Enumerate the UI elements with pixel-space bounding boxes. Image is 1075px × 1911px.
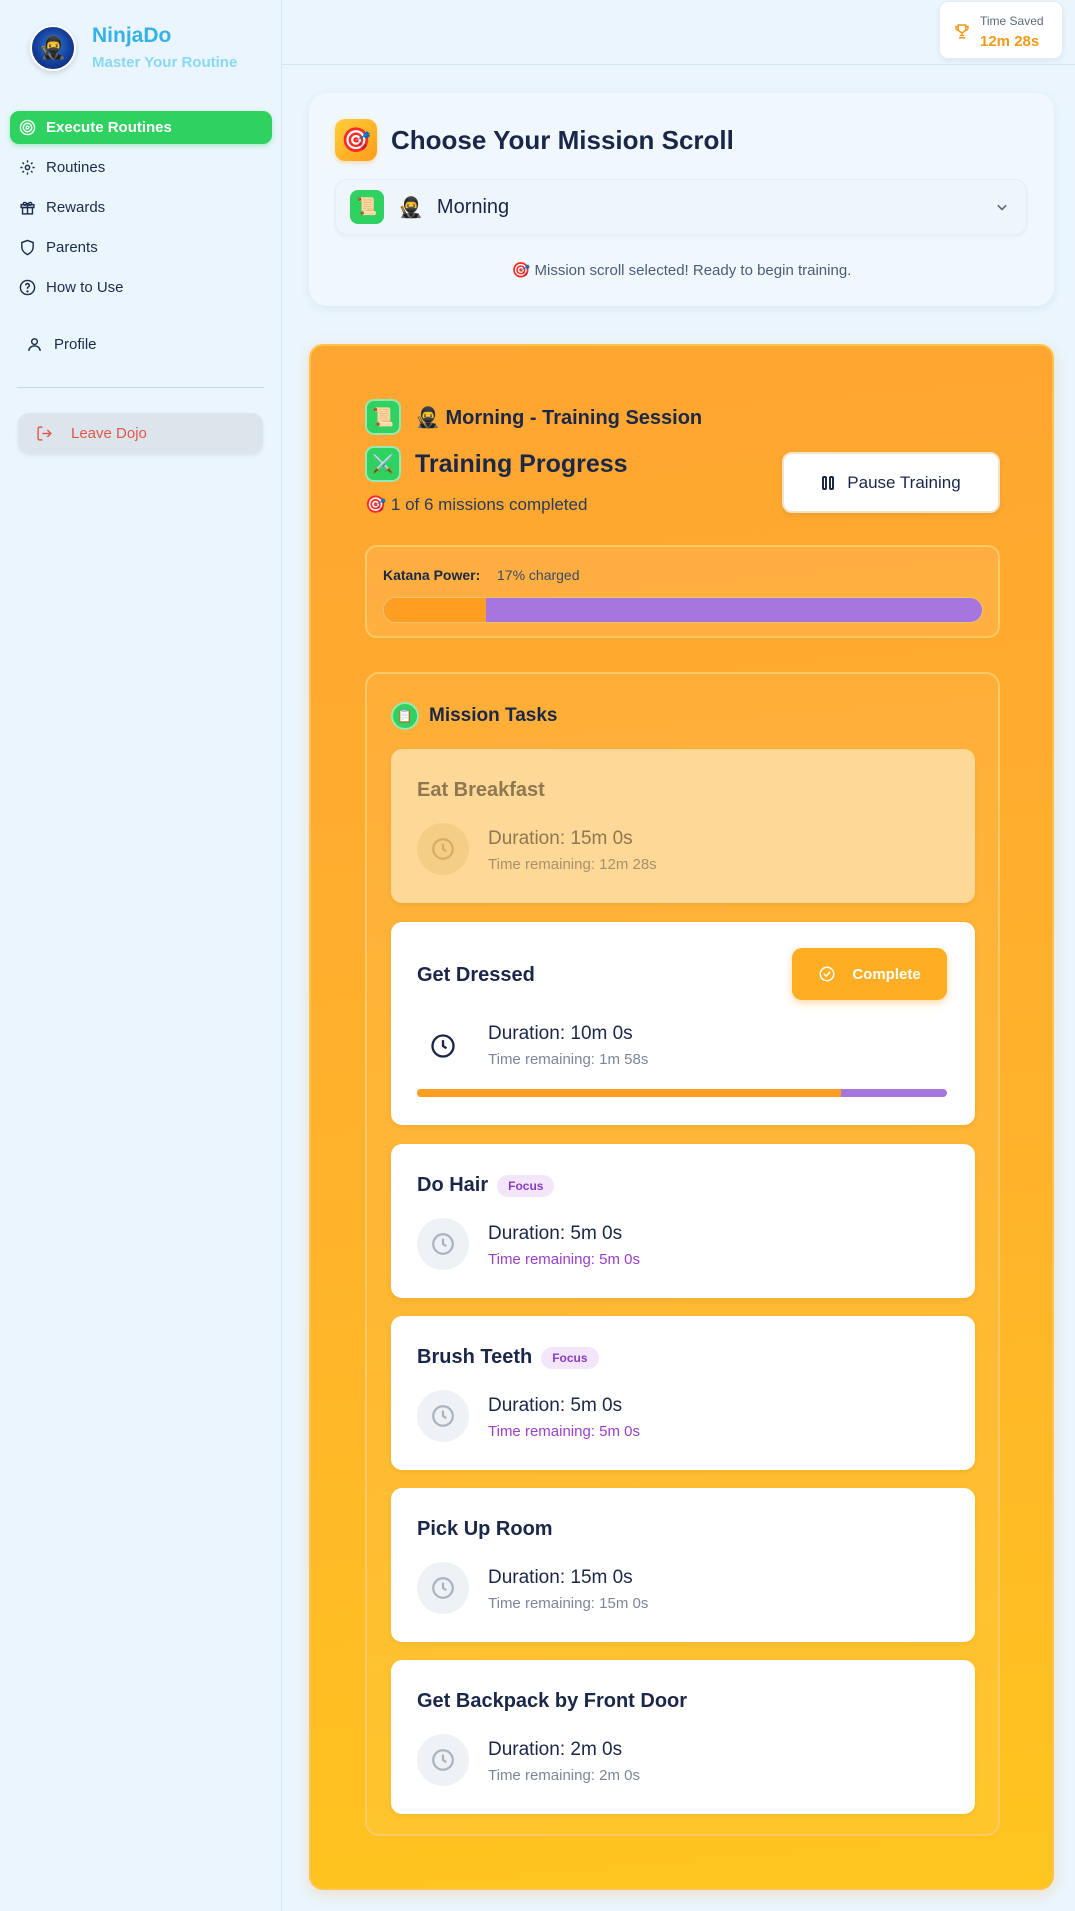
task-duration: Duration: 5m 0s xyxy=(488,1223,623,1244)
logout-icon xyxy=(36,425,53,442)
task-duration: Duration: 10m 0s xyxy=(488,1023,633,1044)
mission-scroll-card: 🎯 Choose Your Mission Scroll 📜 🥷 Morning… xyxy=(309,93,1054,306)
sidebar-item-label: Rewards xyxy=(46,199,106,216)
ninja-icon: 🥷 xyxy=(398,196,423,219)
clock-icon xyxy=(417,823,469,875)
task-card-brush-teeth[interactable]: Brush Teeth Focus Duration: 5m 0s Time r… xyxy=(391,1316,975,1470)
clock-icon xyxy=(417,1020,469,1072)
complete-label: Complete xyxy=(852,965,921,983)
clipboard-icon: 📋 xyxy=(391,702,419,730)
target-icon: 🎯 xyxy=(335,119,377,161)
task-time-remaining: Time remaining: 5m 0s xyxy=(488,1251,640,1268)
sidebar-item-profile[interactable]: Profile xyxy=(26,336,97,353)
task-name: Do Hair xyxy=(417,1174,489,1196)
leave-dojo-label: Leave Dojo xyxy=(71,425,147,442)
sidebar: 🥷 NinjaDo Master Your Routine Execute Ro… xyxy=(0,0,282,1911)
focus-badge: Focus xyxy=(497,1174,555,1197)
user-icon xyxy=(26,336,43,353)
shield-icon xyxy=(18,239,36,257)
scroll-icon: 📜 xyxy=(350,190,384,224)
complete-button[interactable]: Complete xyxy=(792,948,947,1000)
katana-power-label: Katana Power: xyxy=(383,567,481,583)
sidebar-item-label: Routines xyxy=(46,159,106,176)
task-card-pick-up-room[interactable]: Pick Up Room Duration: 15m 0s Time remai… xyxy=(391,1488,975,1642)
sidebar-nav: Execute Routines Routines Rewards Parent… xyxy=(10,111,272,311)
clock-icon xyxy=(417,1734,469,1786)
header-divider xyxy=(282,64,1075,65)
task-duration: Duration: 15m 0s xyxy=(488,828,633,849)
chevron-down-icon xyxy=(992,197,1012,222)
clock-icon xyxy=(417,1218,469,1270)
leave-dojo-button[interactable]: Leave Dojo xyxy=(18,413,263,454)
time-saved-value: 12m 28s xyxy=(980,33,1040,50)
time-saved-label: Time Saved xyxy=(980,14,1044,28)
task-duration: Duration: 2m 0s xyxy=(488,1739,623,1760)
crossed-swords-icon: ⚔️ xyxy=(365,446,401,482)
sidebar-item-routines[interactable]: Routines xyxy=(10,151,272,184)
sidebar-item-label: Profile xyxy=(54,336,97,353)
ninja-logo-icon: 🥷 xyxy=(30,24,76,71)
sidebar-item-label: How to Use xyxy=(46,279,124,296)
task-name: Eat Breakfast xyxy=(417,779,545,801)
sidebar-item-execute-routines[interactable]: Execute Routines xyxy=(10,111,272,144)
training-session-card: 📜 🥷 Morning - Training Session ⚔️ Traini… xyxy=(309,344,1054,1890)
task-card-get-dressed[interactable]: Get Dressed Complete Duration: 10m 0s Ti… xyxy=(391,922,975,1125)
task-name: Get Backpack by Front Door xyxy=(417,1690,688,1712)
gift-icon xyxy=(18,199,36,217)
sidebar-item-label: Parents xyxy=(46,239,98,256)
scroll-status-message: 🎯 Mission scroll selected! Ready to begi… xyxy=(511,262,852,279)
katana-power-fill xyxy=(384,598,486,622)
sidebar-item-rewards[interactable]: Rewards xyxy=(10,191,272,224)
pause-training-label: Pause Training xyxy=(847,472,961,492)
task-time-remaining: Time remaining: 5m 0s xyxy=(488,1423,640,1440)
sidebar-item-label: Execute Routines xyxy=(46,119,172,136)
task-card-get-backpack[interactable]: Get Backpack by Front Door Duration: 2m … xyxy=(391,1660,975,1814)
sidebar-divider xyxy=(17,387,264,388)
task-progress-fill xyxy=(417,1089,841,1097)
katana-power-value: 17% charged xyxy=(497,567,580,583)
task-time-remaining: Time remaining: 2m 0s xyxy=(488,1767,640,1784)
task-duration: Duration: 15m 0s xyxy=(488,1567,633,1588)
missions-completed-count: 🎯 1 of 6 missions completed xyxy=(365,495,588,514)
sidebar-item-parents[interactable]: Parents xyxy=(10,231,272,264)
mission-tasks-title: Mission Tasks xyxy=(429,705,558,726)
scroll-icon: 📜 xyxy=(365,399,401,435)
task-time-remaining: Time remaining: 1m 58s xyxy=(488,1051,649,1068)
katana-power-bar xyxy=(383,597,983,623)
task-time-remaining: Time remaining: 12m 28s xyxy=(488,856,657,873)
task-time-remaining: Time remaining: 15m 0s xyxy=(488,1595,649,1612)
session-title: 🥷 Morning - Training Session xyxy=(415,406,703,429)
trophy-icon xyxy=(953,22,971,45)
mission-tasks-panel: 📋 Mission Tasks Eat Breakfast Duration: … xyxy=(365,672,1000,1836)
task-duration: Duration: 5m 0s xyxy=(488,1395,623,1416)
sidebar-item-how-to-use[interactable]: How to Use xyxy=(10,271,272,304)
task-progress-bar xyxy=(417,1089,947,1097)
page-title: Choose Your Mission Scroll xyxy=(391,124,734,155)
selected-scroll-value: Morning xyxy=(436,195,510,218)
task-name: Pick Up Room xyxy=(417,1518,553,1540)
focus-badge: Focus xyxy=(541,1346,599,1369)
brand-tagline: Master Your Routine xyxy=(92,54,238,71)
help-icon xyxy=(18,279,36,297)
brand[interactable]: 🥷 NinjaDo Master Your Routine xyxy=(30,24,237,71)
task-name: Get Dressed xyxy=(417,964,535,986)
task-name: Brush Teeth xyxy=(417,1346,533,1368)
check-circle-icon xyxy=(818,965,836,983)
clock-icon xyxy=(417,1390,469,1442)
mission-scroll-select[interactable]: 📜 🥷 Morning xyxy=(335,179,1027,235)
brand-name: NinjaDo xyxy=(92,24,172,47)
pause-training-button[interactable]: Pause Training xyxy=(782,452,1000,513)
pause-icon xyxy=(821,475,835,491)
task-card-do-hair[interactable]: Do Hair Focus Duration: 5m 0s Time remai… xyxy=(391,1144,975,1298)
target-icon xyxy=(18,119,36,137)
time-saved-widget: Time Saved 12m 28s xyxy=(939,1,1063,59)
progress-title: Training Progress xyxy=(415,449,628,478)
gear-icon xyxy=(18,159,36,177)
task-card-eat-breakfast[interactable]: Eat Breakfast Duration: 15m 0s Time rema… xyxy=(391,749,975,903)
clock-icon xyxy=(417,1562,469,1614)
katana-power-panel: Katana Power: 17% charged xyxy=(365,545,1000,638)
